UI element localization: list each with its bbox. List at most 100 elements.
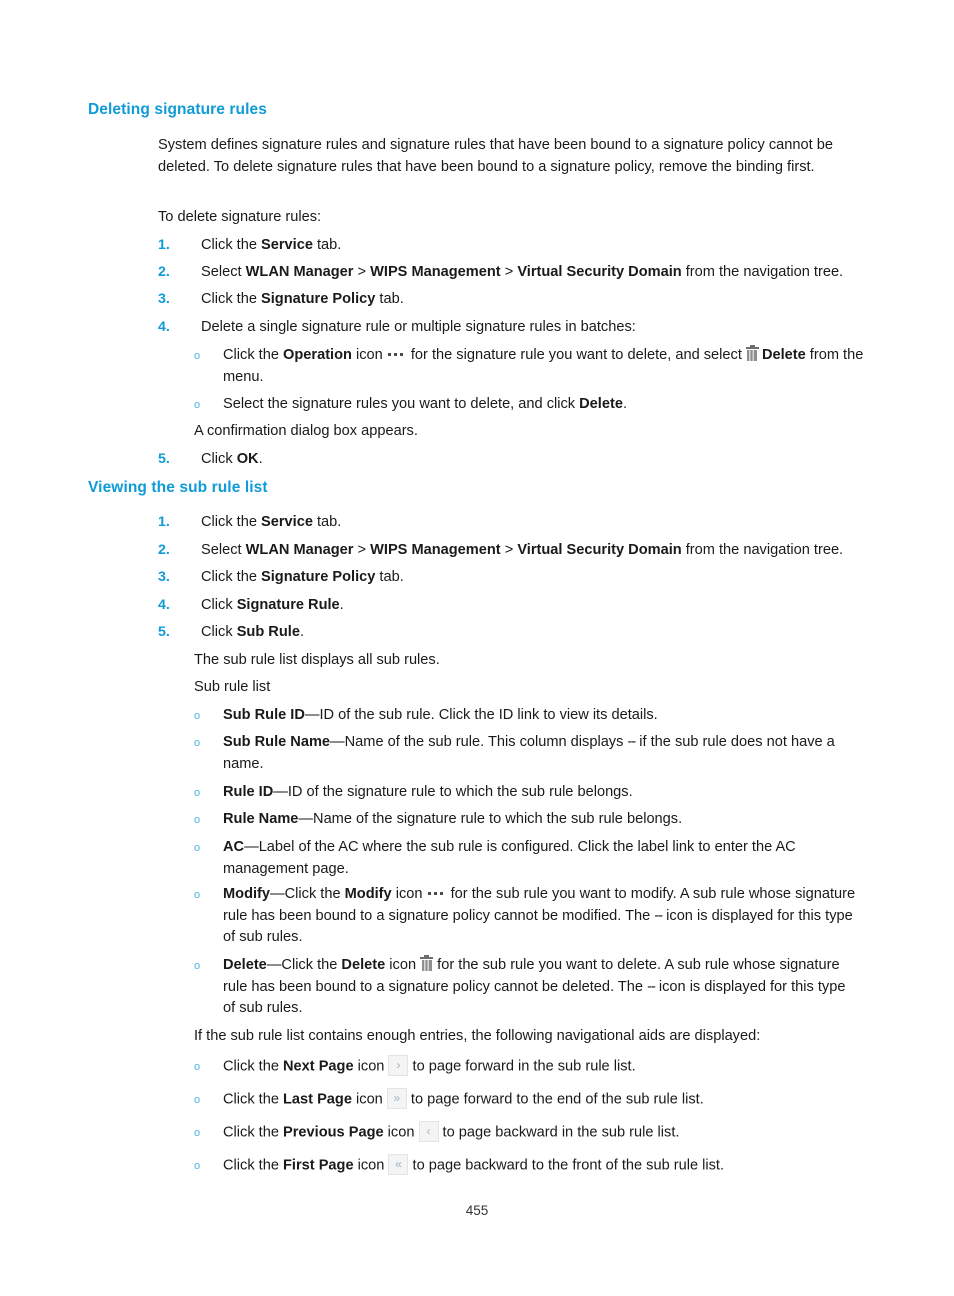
- step-text-part: .: [258, 451, 263, 467]
- bullet-text: Click the First Page icon « to page back…: [223, 1154, 874, 1177]
- step-item: 1. Click the Service tab.: [158, 235, 874, 257]
- last-page-icon[interactable]: »: [386, 1088, 407, 1109]
- step-text-part: from the navigation tree.: [681, 542, 844, 558]
- first-page-icon[interactable]: «: [388, 1154, 409, 1175]
- bullet-item-rule-name: o Rule Name—Name of the signature rule t…: [194, 809, 874, 831]
- step-text-part: tab.: [375, 291, 404, 307]
- step-text: Click the Service tab.: [201, 512, 874, 534]
- bullet-text: Modify—Click the Modify icon for the sub…: [223, 884, 866, 949]
- bullet-marker-icon: o: [194, 960, 201, 972]
- nav-aid-text: to page forward to the end of the sub ru…: [406, 1091, 704, 1108]
- bullet-item-first-page: o Click the First Page icon « to page ba…: [194, 1154, 874, 1177]
- field-description: —Click the: [270, 886, 345, 902]
- bullet-marker-icon: o: [194, 737, 201, 749]
- step-number: 5.: [158, 451, 170, 467]
- field-description-strong: Modify: [344, 886, 392, 902]
- nav-aid-text: Click the: [223, 1091, 284, 1108]
- bullet-item-operation: o Click the Operation icon for the signa…: [194, 344, 874, 388]
- step-text-strong: Virtual Security Domain: [517, 264, 682, 280]
- bullet-text: Click the Next Page icon › to page forwa…: [223, 1055, 874, 1078]
- field-description: —Name of the sub rule. This column displ…: [330, 734, 628, 750]
- nav-aid-term: First Page: [283, 1157, 354, 1174]
- step-text: Select WLAN Manager > WIPS Management > …: [201, 540, 874, 562]
- step-text-part: Click: [201, 597, 237, 613]
- bullet-marker-icon: o: [194, 710, 201, 722]
- bullet-text: Rule Name—Name of the signature rule to …: [223, 809, 874, 831]
- step-number: 1.: [158, 514, 170, 530]
- field-description: icon: [391, 886, 427, 902]
- bullet-text: AC—Label of the AC where the sub rule is…: [223, 837, 858, 880]
- step-text-part: tab.: [375, 569, 404, 585]
- step-item: 4. Click Signature Rule.: [158, 595, 874, 617]
- field-description: —Click the: [266, 957, 342, 973]
- bullet-text-part: Select the signature rules you want to d…: [223, 396, 580, 412]
- bullet-marker-icon: o: [194, 889, 201, 901]
- step-text-strong: Service: [261, 514, 313, 530]
- bullet-text-part: for the signature rule you want to delet…: [406, 347, 746, 363]
- bullet-marker-icon: o: [194, 842, 201, 854]
- step-text-part: Select: [201, 542, 246, 558]
- step-item: 3. Click the Signature Policy tab.: [158, 567, 874, 589]
- step-text-part: .: [339, 597, 344, 613]
- operation-ellipsis-icon: [387, 348, 407, 360]
- step-text-part: >: [353, 264, 371, 280]
- bullet-marker-icon: o: [194, 1094, 201, 1106]
- step-text-part: .: [299, 624, 304, 640]
- nav-aid-text: to page backward to the front of the sub…: [408, 1157, 725, 1174]
- step-text: Click Sub Rule.: [201, 622, 874, 644]
- page-title-viewing-sub-rule-list: Viewing the sub rule list: [88, 479, 268, 496]
- previous-page-icon[interactable]: ‹: [418, 1121, 439, 1142]
- empty-value-dash-icon: --: [654, 907, 663, 924]
- bullet-text: Click the Operation icon for the signatu…: [223, 344, 874, 388]
- field-term: Modify: [223, 886, 271, 902]
- deleting-intro-lead-in: To delete signature rules:: [158, 209, 322, 225]
- delete-trash-icon: [745, 344, 759, 362]
- field-description: —Name of the signature rule to which the…: [298, 811, 683, 827]
- bullet-item-sub-rule-name: o Sub Rule Name—Name of the sub rule. Th…: [194, 732, 874, 775]
- nav-aid-text: Click the: [223, 1058, 284, 1075]
- bullet-item-delete: o Delete—Click the Delete icon for the s…: [194, 954, 854, 1020]
- step-text-part: Click: [201, 624, 237, 640]
- step-number: 5.: [158, 624, 170, 640]
- field-description: —Label of the AC where the sub rule is c…: [223, 839, 796, 877]
- sub-rule-list-label: Sub rule list: [194, 679, 271, 695]
- step-item: 3. Click the Signature Policy tab.: [158, 289, 874, 311]
- bullet-text-strong: Delete: [761, 347, 806, 363]
- next-page-icon[interactable]: ›: [388, 1055, 409, 1076]
- bullet-text-strong: Delete: [579, 396, 623, 412]
- step-text: Click Signature Rule.: [201, 595, 874, 617]
- step-text-part: Click the: [201, 291, 262, 307]
- step-text: Click the Signature Policy tab.: [201, 567, 874, 589]
- step-text-part: >: [500, 542, 518, 558]
- bullet-text: Select the signature rules you want to d…: [223, 394, 874, 416]
- nav-aid-text: Click the: [223, 1157, 284, 1174]
- document-page: Deleting signature rules System defines …: [0, 0, 954, 1296]
- step-text-part: from the navigation tree.: [681, 264, 844, 280]
- bullet-text-part: Click the: [223, 347, 284, 363]
- step-number: 3.: [158, 291, 170, 307]
- step-number: 2.: [158, 264, 170, 280]
- step-item: 5. Click Sub Rule.: [158, 622, 874, 644]
- bullet-marker-icon: o: [194, 1061, 201, 1073]
- nav-aid-text: Click the: [223, 1124, 284, 1141]
- bullet-text: Sub Rule ID—ID of the sub rule. Click th…: [223, 705, 874, 727]
- nav-aid-text: icon: [383, 1124, 419, 1141]
- step-text: Click OK.: [201, 449, 874, 471]
- field-description: icon: [385, 957, 421, 973]
- step-text-part: tab.: [312, 514, 342, 530]
- bullet-marker-icon: o: [194, 399, 201, 411]
- field-term: Sub Rule Name: [223, 734, 331, 750]
- bullet-text-part: icon: [351, 347, 387, 363]
- step-text-strong: Signature Policy: [261, 569, 376, 585]
- step-text-part: Click the: [201, 514, 262, 530]
- field-term: Rule ID: [223, 784, 274, 800]
- step-text-strong: Signature Rule: [236, 597, 340, 613]
- bullet-text: Rule ID—ID of the signature rule to whic…: [223, 782, 874, 804]
- bullet-marker-icon: o: [194, 787, 201, 799]
- step-item: 1. Click the Service tab.: [158, 512, 874, 534]
- bullet-marker-icon: o: [194, 1160, 201, 1172]
- navigational-aids-intro: If the sub rule list contains enough ent…: [194, 1028, 761, 1044]
- bullet-item-sub-rule-id: o Sub Rule ID—ID of the sub rule. Click …: [194, 705, 874, 727]
- field-term: Sub Rule ID: [223, 707, 305, 723]
- step-item: 4. Delete a single signature rule or mul…: [158, 317, 874, 339]
